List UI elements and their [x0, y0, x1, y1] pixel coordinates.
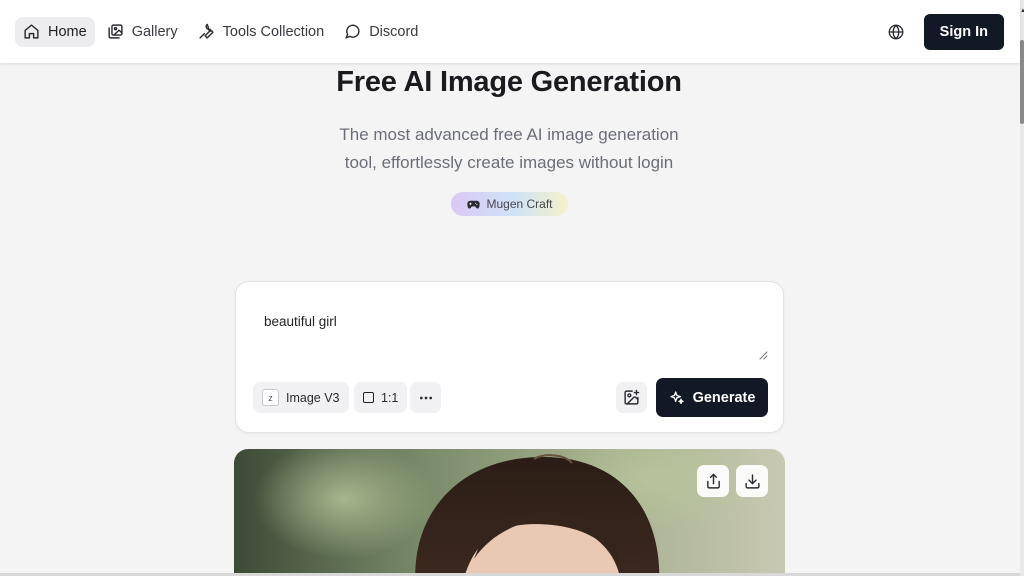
- chat-bubble-icon: [345, 24, 360, 39]
- nav-item-discord[interactable]: Discord: [336, 17, 426, 47]
- nav-item-gallery[interactable]: Gallery: [99, 17, 186, 47]
- model-label: Image V3: [286, 390, 340, 405]
- globe-icon: [888, 23, 904, 40]
- sparkle-icon: [669, 390, 684, 404]
- aspect-ratio-selector[interactable]: 1:1: [354, 382, 408, 413]
- subtitle-line-1: The most advanced free AI image generati…: [339, 125, 679, 144]
- page-title: Free AI Image Generation: [336, 66, 682, 98]
- sign-in-button[interactable]: Sign In: [923, 13, 1004, 50]
- page-subtitle: The most advanced free AI image generati…: [0, 121, 1018, 177]
- page-scrollbar[interactable]: ▲: [1020, 0, 1024, 576]
- share-image-button[interactable]: [697, 465, 729, 497]
- prompt-card: beautiful girl z Image V3 1:1 Generate: [235, 281, 784, 433]
- ellipsis-icon: [419, 396, 432, 399]
- prompt-textarea[interactable]: beautiful girl: [264, 314, 337, 329]
- main-nav: Home Gallery Tools Collection Discord: [15, 16, 426, 47]
- top-navbar: Home Gallery Tools Collection Discord Si…: [0, 0, 1020, 63]
- language-button[interactable]: [882, 18, 910, 46]
- gallery-icon: [108, 24, 123, 39]
- download-image-button[interactable]: [736, 465, 768, 497]
- scroll-up-arrow-icon[interactable]: ▲: [1020, 8, 1024, 14]
- aspect-ratio-label: 1:1: [381, 390, 399, 405]
- square-ratio-icon: [363, 392, 374, 403]
- subtitle-line-2: tool, effortlessly create images without…: [344, 153, 674, 172]
- model-logo-icon: z: [262, 389, 279, 406]
- image-upload-button[interactable]: [616, 382, 647, 413]
- nav-item-label: Gallery: [131, 23, 178, 40]
- textarea-resize-handle-icon[interactable]: [758, 350, 768, 360]
- nav-item-tools-collection[interactable]: Tools Collection: [190, 17, 333, 47]
- home-icon: [24, 24, 39, 39]
- more-options-button[interactable]: [410, 382, 441, 413]
- wrench-icon: [199, 23, 214, 39]
- download-icon: [744, 473, 760, 489]
- generate-label: Generate: [692, 389, 756, 406]
- mugen-craft-badge[interactable]: Mugen Craft: [451, 192, 568, 216]
- nav-item-label: Discord: [369, 23, 419, 40]
- share-icon: [706, 473, 720, 489]
- nav-actions: Sign In: [882, 13, 1004, 50]
- model-selector[interactable]: z Image V3: [253, 382, 349, 413]
- generated-image-preview: [234, 449, 785, 576]
- nav-item-label: Tools Collection: [222, 23, 325, 40]
- nav-item-home[interactable]: Home: [15, 16, 95, 47]
- image-plus-icon: [624, 389, 640, 405]
- gamepad-icon: [467, 200, 481, 209]
- generate-button[interactable]: Generate: [656, 378, 768, 417]
- badge-label: Mugen Craft: [486, 197, 553, 211]
- scrollbar-thumb[interactable]: [1020, 40, 1024, 124]
- nav-item-label: Home: [48, 23, 87, 40]
